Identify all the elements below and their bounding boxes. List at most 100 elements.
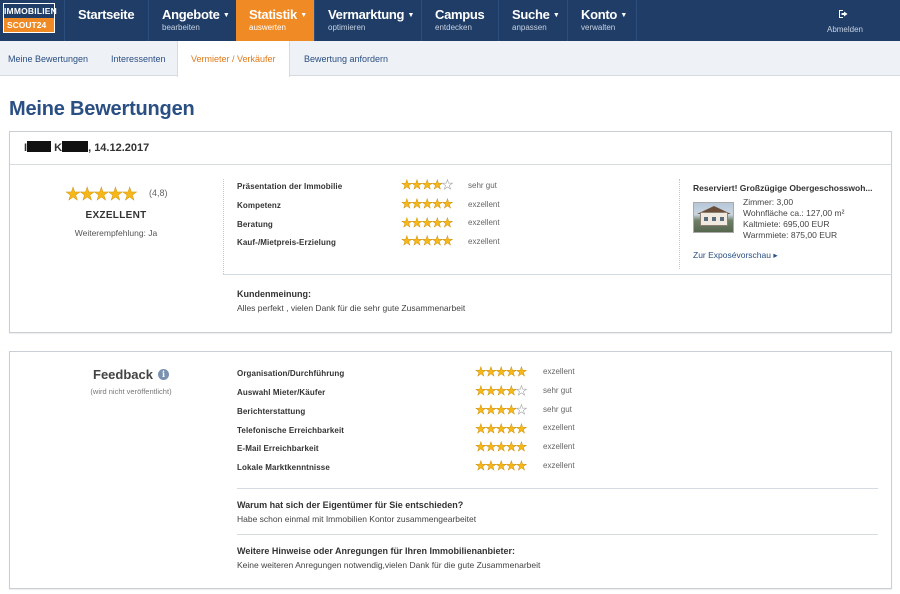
star-filled-icon: ★ xyxy=(431,177,443,192)
immobilienscout24-logo[interactable]: IMMOBILIEN SCOUT24 xyxy=(3,3,57,33)
star-filled-icon: ★ xyxy=(505,421,517,436)
feedback-criterion-value: exzellent xyxy=(543,367,575,376)
star-filled-icon: ★ xyxy=(505,364,517,379)
info-icon[interactable]: i xyxy=(158,369,169,380)
star-filled-icon: ★ xyxy=(401,177,413,192)
star-filled-icon: ★ xyxy=(505,402,517,417)
nav-angebote[interactable]: Angebote ▼ bearbeiten xyxy=(148,0,236,41)
overall-score: (4,8) xyxy=(149,188,168,198)
nav-konto-sub: verwalten xyxy=(581,23,616,32)
nav-startseite-label: Startseite xyxy=(78,7,135,22)
star-filled-icon: ★ xyxy=(475,364,487,379)
criterion-value: exzellent xyxy=(468,218,500,227)
star-filled-icon: ★ xyxy=(485,421,497,436)
feedback-criterion-label: Berichterstattung xyxy=(237,407,306,416)
tab-interessenten[interactable]: Interessenten xyxy=(103,41,174,76)
overall-rating-stars: ★★★★★ xyxy=(65,184,138,204)
star-filled-icon: ★ xyxy=(441,196,453,211)
caret-down-icon: ▼ xyxy=(222,12,230,19)
star-filled-icon: ★ xyxy=(485,439,497,454)
star-filled-icon: ★ xyxy=(401,196,413,211)
star-filled-icon: ★ xyxy=(515,458,527,473)
star-filled-icon: ★ xyxy=(431,196,443,211)
star-filled-icon: ★ xyxy=(495,402,507,417)
logout-button[interactable]: Abmelden xyxy=(808,0,882,41)
divider xyxy=(223,179,224,274)
star-filled-icon: ★ xyxy=(475,421,487,436)
owner-reason-text: Habe schon einmal mit Immobilien Kontor … xyxy=(237,514,477,524)
nav-suche-label: Suche xyxy=(512,7,550,22)
divider xyxy=(237,534,878,535)
feedback-criterion-label: Organisation/Durchführung xyxy=(237,369,345,378)
tab-meine-bewertungen[interactable]: Meine Bewertungen xyxy=(0,41,96,76)
nav-suche-sub: anpassen xyxy=(512,23,547,32)
recommendation: Weiterempfehlung: Ja xyxy=(74,228,158,238)
feedback-card: Feedback i (wird nicht veröffentlicht) O… xyxy=(9,351,892,589)
nav-statistik-label: Statistik xyxy=(249,7,297,22)
star-filled-icon: ★ xyxy=(411,196,423,211)
nav-campus[interactable]: Campus entdecken xyxy=(421,0,498,41)
star-filled-icon: ★ xyxy=(505,458,517,473)
caret-down-icon: ▼ xyxy=(552,12,560,19)
star-filled-icon: ★ xyxy=(411,215,423,230)
criterion-value: exzellent xyxy=(468,200,500,209)
reviewer-heading: I K, 14.12.2017 xyxy=(24,141,149,154)
tab-vermieter-verkaeufer[interactable]: Vermieter / Verkäufer xyxy=(177,41,290,77)
redaction-bar xyxy=(27,141,52,152)
nav-angebote-label: Angebote xyxy=(162,7,220,22)
nav-vermarktung-label: Vermarktung xyxy=(328,7,405,22)
feedback-criterion-value: exzellent xyxy=(543,461,575,470)
nav-startseite[interactable]: Startseite xyxy=(64,0,148,41)
tab-bewertung-anfordern[interactable]: Bewertung anfordern xyxy=(296,41,396,76)
feedback-criterion-stars: ★★★★★ xyxy=(475,383,528,398)
listing-area: Wohnfläche ca.: 127,00 m² xyxy=(743,208,845,218)
star-filled-icon: ★ xyxy=(441,215,453,230)
star-filled-icon: ★ xyxy=(93,184,110,204)
logo-line-2: SCOUT24 xyxy=(4,18,54,32)
caret-down-icon: ▼ xyxy=(620,12,627,19)
star-filled-icon: ★ xyxy=(485,458,497,473)
star-filled-icon: ★ xyxy=(401,233,413,248)
listing-title[interactable]: Reserviert! Großzügige Obergeschosswoh..… xyxy=(693,183,873,193)
overall-rating-label: EXZELLENT xyxy=(85,210,147,221)
feedback-criterion-value: sehr gut xyxy=(543,386,572,395)
divider xyxy=(223,274,891,275)
star-filled-icon: ★ xyxy=(107,184,124,204)
redaction-bar xyxy=(62,141,89,152)
criterion-label: Kompetenz xyxy=(237,201,282,210)
reviewer-initial-2: K xyxy=(54,142,63,154)
nav-statistik[interactable]: Statistik ▼ auswerten xyxy=(236,0,314,41)
logo-line-1: IMMOBILIEN xyxy=(4,6,57,16)
star-filled-icon: ★ xyxy=(505,383,517,398)
nav-vermarktung[interactable]: Vermarktung ▼ optimieren xyxy=(314,0,421,41)
star-filled-icon: ★ xyxy=(475,383,487,398)
review-card: I K, 14.12.2017 ★★★★★ (4,8) EXZELLENT We… xyxy=(9,131,892,333)
expose-preview-link[interactable]: Zur Exposévorschau ▸ xyxy=(693,250,778,261)
star-filled-icon: ★ xyxy=(79,184,96,204)
star-filled-icon: ★ xyxy=(475,439,487,454)
feedback-criterion-value: exzellent xyxy=(543,442,575,451)
nav-statistik-sub: auswerten xyxy=(249,23,286,32)
feedback-criterion-label: E-Mail Erreichbarkeit xyxy=(237,444,319,453)
listing-thumbnail[interactable] xyxy=(693,202,734,233)
nav-konto[interactable]: Konto ▼ verwalten xyxy=(567,0,637,41)
star-filled-icon: ★ xyxy=(441,233,453,248)
feedback-title: Feedback xyxy=(93,367,153,382)
star-filled-icon: ★ xyxy=(515,364,527,379)
criterion-stars: ★★★★★ xyxy=(401,196,454,211)
nav-suche[interactable]: Suche ▼ anpassen xyxy=(498,0,567,41)
criterion-stars: ★★★★★ xyxy=(401,215,454,230)
criterion-value: sehr gut xyxy=(468,181,497,190)
star-filled-icon: ★ xyxy=(431,215,443,230)
star-filled-icon: ★ xyxy=(505,439,517,454)
feedback-criterion-stars: ★★★★★ xyxy=(475,421,528,436)
feedback-criterion-label: Auswahl Mieter/Käufer xyxy=(237,388,326,397)
star-filled-icon: ★ xyxy=(485,383,497,398)
caret-down-icon: ▼ xyxy=(300,12,307,19)
feedback-criterion-stars: ★★★★★ xyxy=(475,458,528,473)
star-filled-icon: ★ xyxy=(485,364,497,379)
nav-konto-label: Konto xyxy=(581,7,618,22)
customer-opinion-text: Alles perfekt , vielen Dank für die sehr… xyxy=(237,303,466,313)
caret-down-icon: ▼ xyxy=(407,12,415,19)
feedback-note: (wird nicht veröffentlicht) xyxy=(90,387,172,396)
